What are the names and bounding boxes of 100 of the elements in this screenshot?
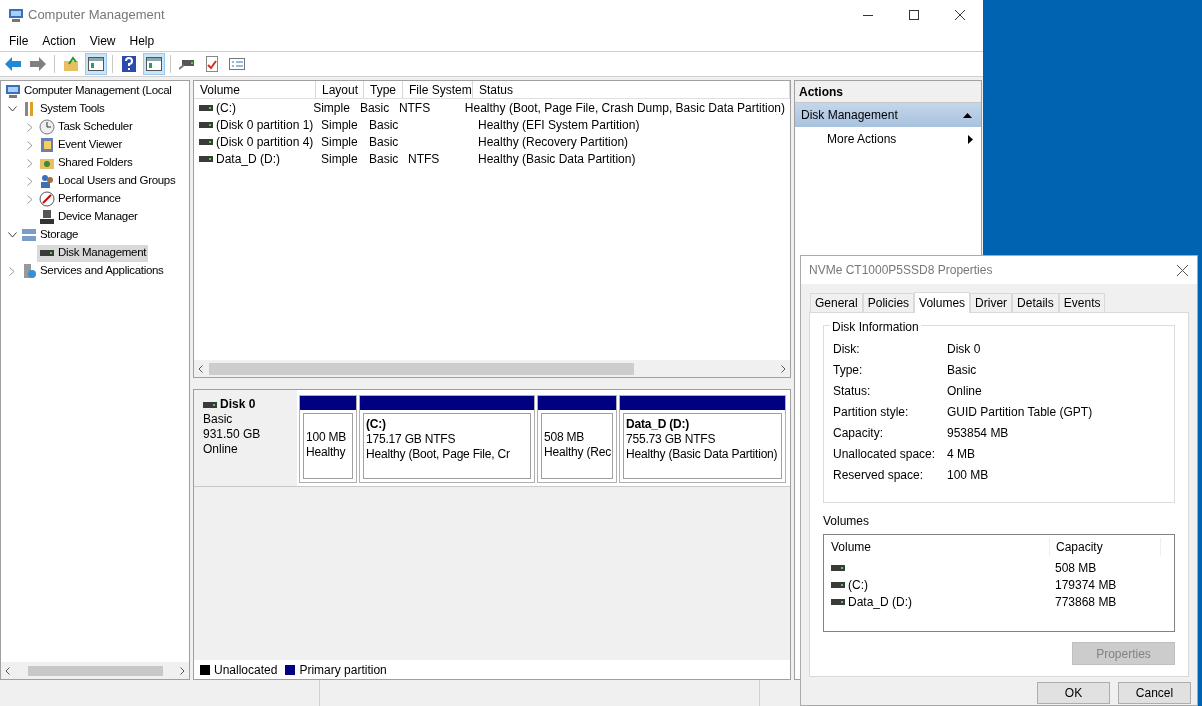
column-header[interactable]: Type: [364, 81, 403, 98]
chevron-right-icon[interactable]: [27, 140, 33, 150]
computer-icon: [5, 83, 21, 99]
table-cell-text: (Disk 0 partition 1): [216, 116, 314, 134]
field-value: 100 MB: [947, 466, 989, 484]
tree-item[interactable]: Task Scheduler: [37, 118, 135, 136]
close-icon: [1176, 264, 1188, 276]
actions-section[interactable]: Disk Management: [795, 103, 981, 127]
tree-item[interactable]: Local Users and Groups: [37, 172, 178, 190]
tab[interactable]: Events: [1058, 293, 1106, 312]
tree-item[interactable]: System Tools: [19, 100, 107, 118]
tree-item[interactable]: Services and Applications: [19, 262, 166, 280]
tab[interactable]: Policies: [862, 293, 915, 312]
chevron-right-icon[interactable]: [27, 122, 33, 132]
tree-item[interactable]: Event Viewer: [37, 136, 124, 154]
dialog-button[interactable]: OK: [1037, 682, 1110, 704]
field-value: Disk 0: [947, 340, 981, 358]
folder-icon: [63, 56, 79, 72]
menu-item[interactable]: View: [82, 31, 123, 50]
disk-type: Basic: [203, 412, 234, 427]
dialog-button[interactable]: Cancel: [1118, 682, 1191, 704]
horizontal-scrollbar[interactable]: [1, 662, 189, 679]
chevron-right-icon[interactable]: [9, 266, 15, 276]
clock-icon: [39, 119, 55, 135]
submenu-arrow-icon: [968, 134, 973, 144]
column-header[interactable]: Status: [473, 81, 790, 98]
scroll-right-icon[interactable]: [781, 364, 786, 373]
toolbar-button[interactable]: [85, 53, 107, 75]
partition-status: Healthy: [306, 445, 347, 460]
table-cell: Simple: [313, 100, 350, 115]
back-arrow-icon: [5, 57, 21, 71]
toolbar-button[interactable]: [143, 53, 165, 75]
chevron-down-icon[interactable]: [7, 232, 17, 238]
tree-item[interactable]: Computer Management (Local: [3, 82, 174, 100]
partition-block[interactable]: (C:) 175.17 GB NTFS Healthy (Boot, Page File, Cr: [359, 395, 535, 483]
action-item[interactable]: More Actions: [795, 127, 981, 151]
scroll-left-icon[interactable]: [5, 666, 10, 675]
tree-item[interactable]: Disk Management: [37, 244, 149, 262]
chevron-down-icon[interactable]: [7, 106, 17, 112]
table-cell: 773868 MB: [1055, 594, 1117, 609]
tree-item[interactable]: Shared Folders: [37, 154, 135, 172]
partition-size: 508 MB: [544, 430, 586, 445]
table-cell: Simple: [321, 134, 358, 149]
field-value: 4 MB: [947, 445, 975, 463]
tree-item[interactable]: Storage: [19, 226, 81, 244]
table-cell: Healthy (Basic Data Partition): [478, 151, 636, 166]
tab[interactable]: Volumes: [914, 292, 971, 313]
field-value: Basic: [947, 361, 977, 379]
disk-size: 931.50 GB: [203, 427, 262, 442]
menu-item[interactable]: Help: [122, 31, 162, 50]
menu-item[interactable]: Action: [35, 31, 83, 50]
table-cell: Basic: [369, 134, 399, 149]
chevron-right-icon[interactable]: [27, 158, 33, 168]
connect-icon: [179, 58, 195, 70]
storage-icon: [21, 227, 37, 243]
gauge-icon: [39, 191, 55, 207]
table-cell: 508 MB: [1055, 560, 1097, 575]
partition-block[interactable]: 508 MB Healthy (Rec: [537, 395, 617, 483]
pane-icon: [146, 57, 162, 71]
column-header[interactable]: Volume: [824, 538, 1049, 556]
drive-icon: [831, 598, 845, 605]
partition-block[interactable]: Data_D (D:) 755.73 GB NTFS Healthy (Basic Data Partition): [619, 395, 786, 483]
tree-item[interactable]: Device Manager: [37, 208, 140, 226]
tree-item[interactable]: Performance: [37, 190, 123, 208]
scroll-right-icon[interactable]: [180, 666, 185, 675]
field-label: Partition style:: [833, 403, 910, 421]
section-label: Volumes: [823, 513, 871, 530]
column-header[interactable]: File System: [403, 81, 473, 98]
computer-icon: [8, 7, 24, 23]
table-cell-text: (C:): [216, 99, 236, 117]
field-value: GUID Partition Table (GPT): [947, 403, 1093, 421]
partition-block[interactable]: 100 MB Healthy: [299, 395, 357, 483]
drive-icon: [199, 138, 213, 145]
disk-name: Disk 0: [220, 397, 256, 412]
pane-icon: [88, 57, 104, 71]
actions-header: Actions: [795, 81, 981, 103]
device-icon: [39, 209, 55, 225]
field-label: Unallocated space:: [833, 445, 937, 463]
drive-icon: [831, 581, 845, 588]
column-header[interactable]: Volume: [194, 81, 316, 98]
forward-arrow-icon: [30, 57, 46, 71]
column-header[interactable]: Capacity: [1049, 538, 1161, 556]
tab[interactable]: Driver: [970, 293, 1013, 312]
partition-status: Healthy (Basic Data Partition): [626, 447, 779, 462]
menu-item[interactable]: File: [2, 31, 36, 50]
partition-status: Healthy (Rec: [544, 445, 610, 460]
table-cell: Simple: [321, 117, 358, 132]
tab[interactable]: General: [810, 293, 863, 312]
table-cell: Healthy (Recovery Partition): [478, 134, 629, 149]
column-header[interactable]: Layout: [316, 81, 364, 98]
table-cell-text: (Disk 0 partition 4): [216, 133, 314, 151]
tab[interactable]: Details: [1012, 293, 1059, 312]
scroll-left-icon[interactable]: [198, 364, 203, 373]
drive-icon: [831, 564, 845, 571]
chevron-right-icon[interactable]: [27, 176, 33, 186]
chevron-right-icon[interactable]: [27, 194, 33, 204]
legend-label: Unallocated: [214, 661, 278, 679]
field-label: Capacity:: [833, 424, 885, 442]
horizontal-scrollbar[interactable]: [194, 360, 790, 377]
partition-size: 100 MB: [306, 430, 348, 445]
